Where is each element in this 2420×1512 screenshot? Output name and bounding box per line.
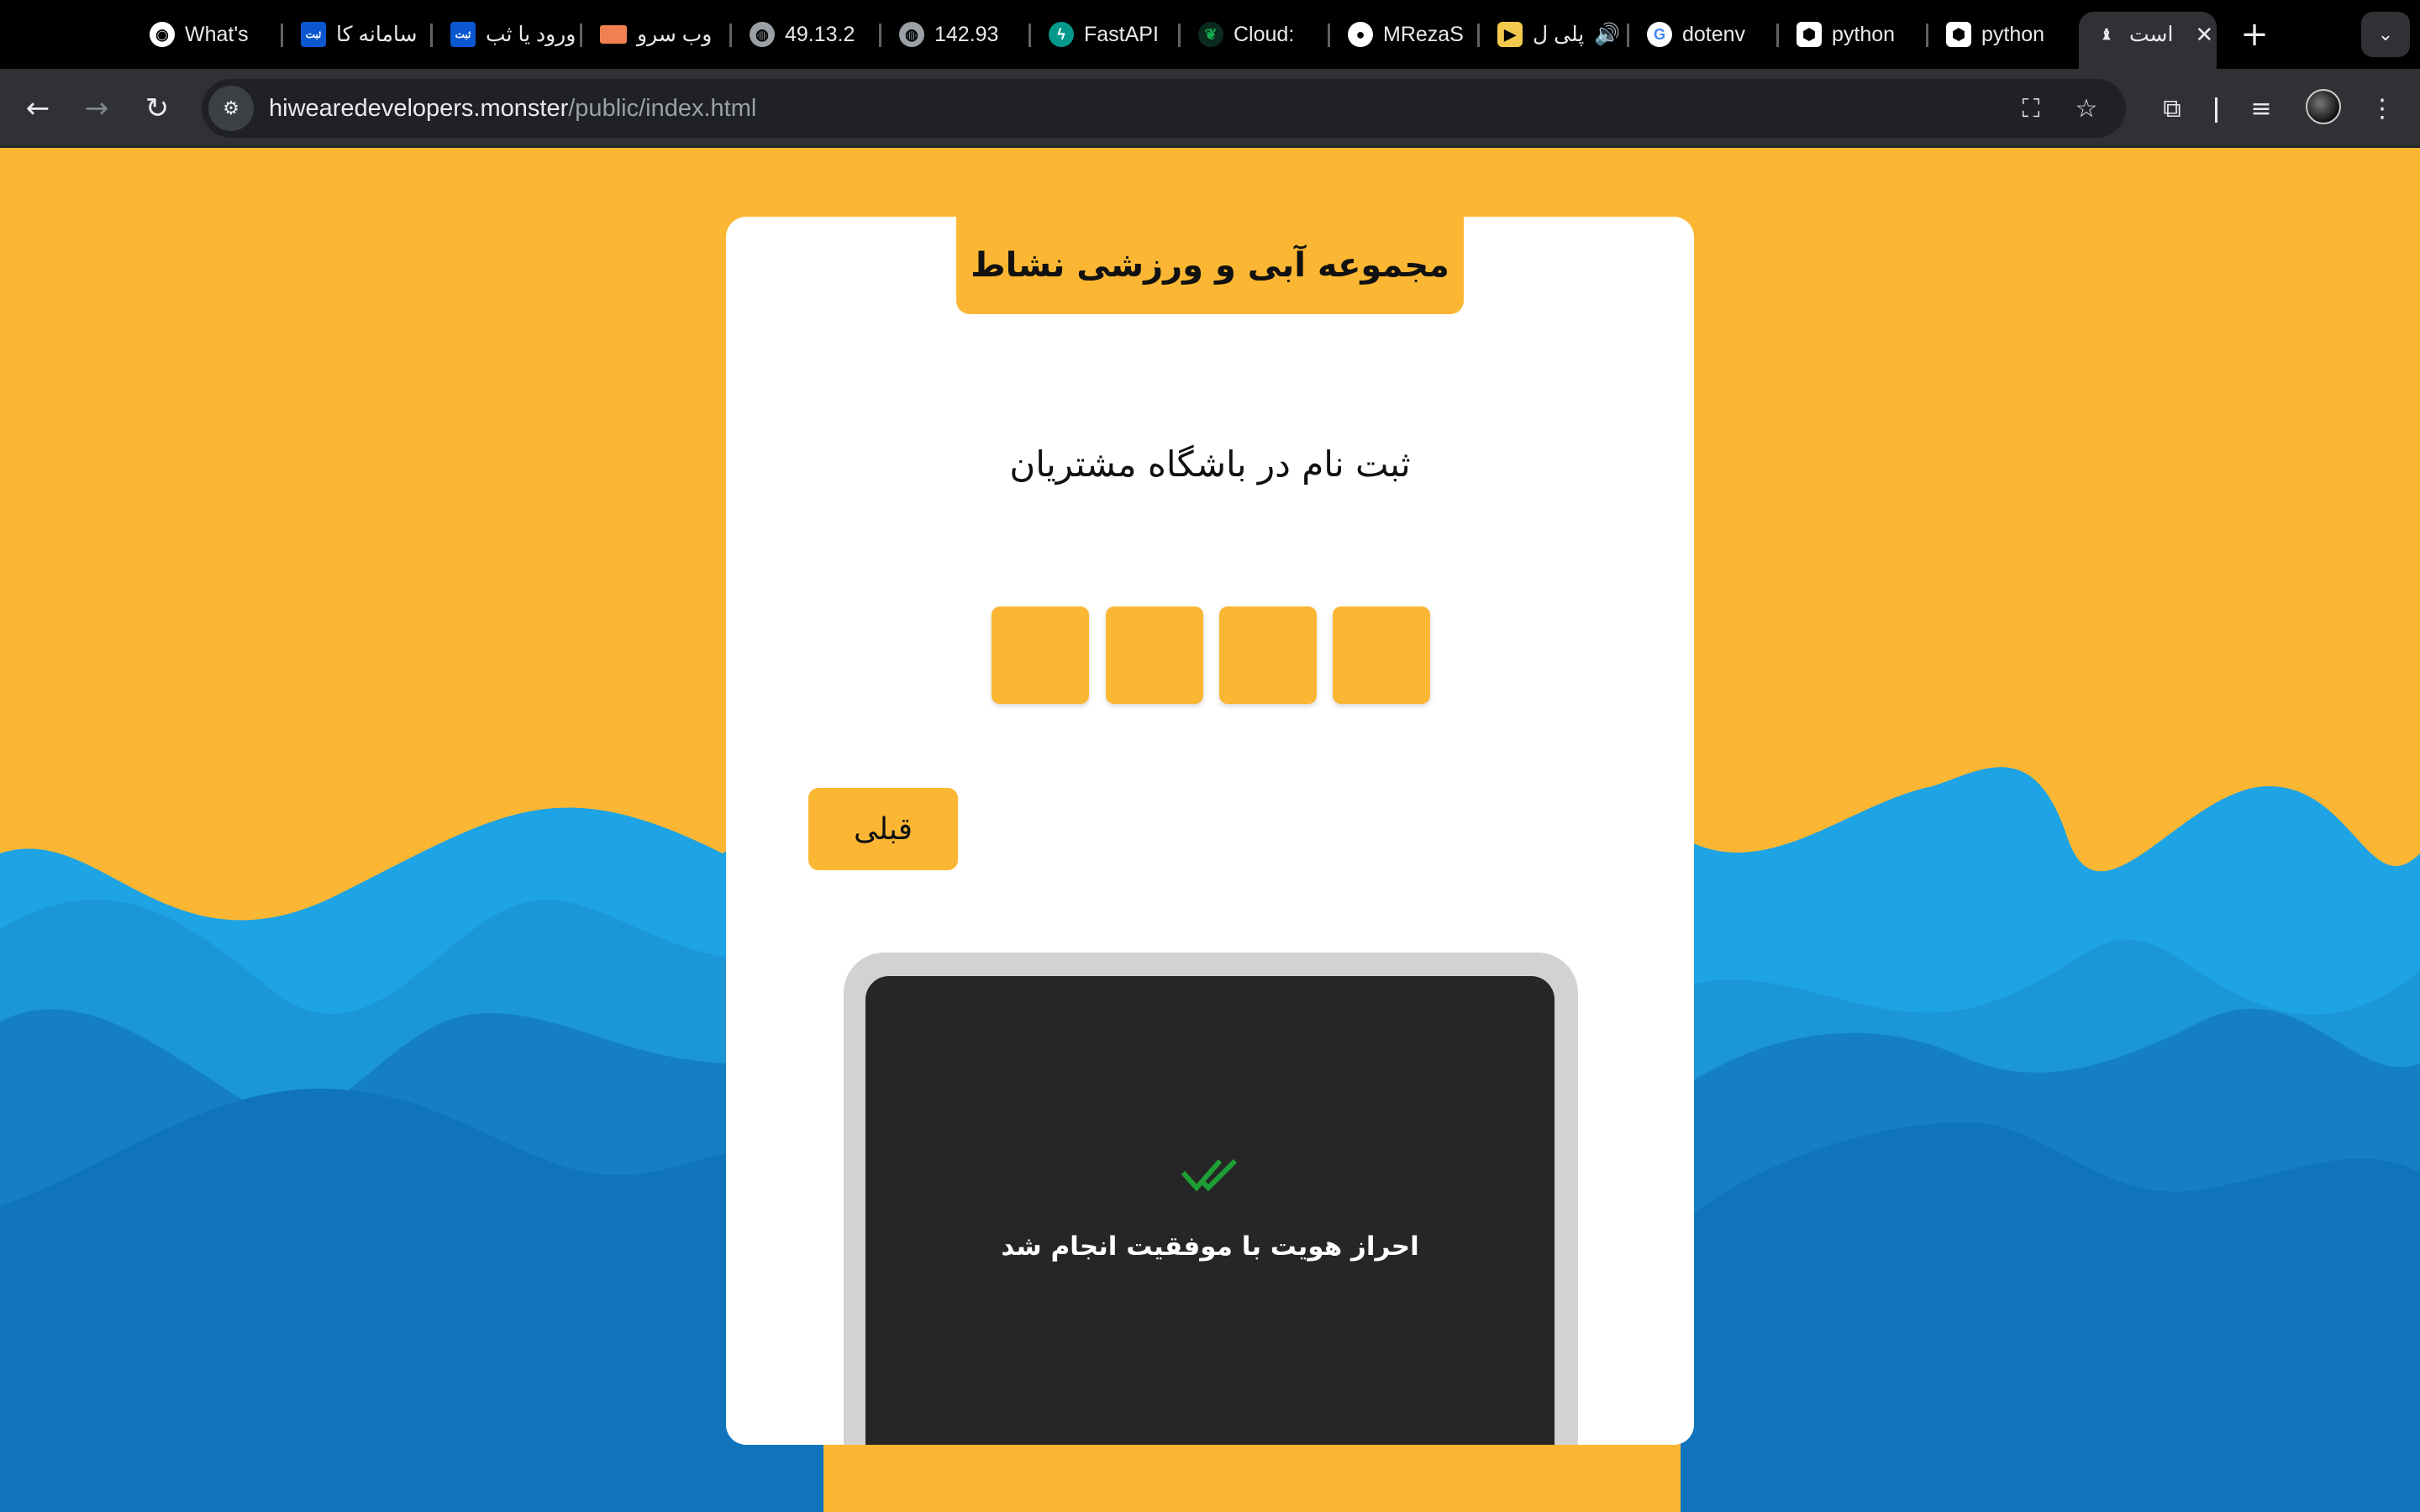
media-control-icon[interactable]: ≡ (2238, 86, 2284, 131)
tab-label: وب سرو (637, 23, 713, 46)
tab-label: 49.13.2 (785, 22, 855, 46)
tab-label: What's (185, 22, 249, 46)
menu-icon[interactable]: ⋮ (2360, 86, 2405, 131)
audio-playing-icon: 🔊 (1594, 22, 1621, 46)
otp-digit-4[interactable] (1333, 606, 1430, 704)
tab-label: است (2129, 23, 2174, 46)
url-host: hiwearedevelopers.monster (269, 94, 569, 122)
form-subtitle: ثبت نام در باشگاه مشتریان (1009, 444, 1411, 485)
close-tab-icon[interactable]: ✕ (2195, 22, 2213, 48)
tab-2[interactable]: ثبت ورود یا ثب (435, 12, 578, 57)
registration-card: مجموعه آبی و ورزشی نشاط ثبت نام در باشگا… (726, 217, 1694, 1445)
browser-toolbar: ← → ↻ ⚙ hiwearedevelopers.monster/public… (0, 69, 2420, 148)
mongodb-icon: ❦ (1198, 22, 1223, 47)
otp-digit-3[interactable] (1219, 606, 1317, 704)
tab-label: dotenv (1682, 22, 1746, 46)
double-check-icon (726, 1156, 1694, 1193)
url-path: /public/index.html (568, 94, 757, 122)
player-icon: ▶ (1497, 22, 1523, 47)
tab-label: python (1832, 22, 1896, 46)
tab-label: سامانه کا (336, 23, 418, 46)
back-button[interactable]: ← (15, 86, 60, 131)
tab-1[interactable]: ثبت سامانه کا (286, 12, 429, 57)
tab-5[interactable]: ◍ 142.93 (884, 12, 1027, 57)
tab-11[interactable]: ⬢ python (1781, 12, 1924, 57)
translate-icon[interactable]: ⛶ (2008, 86, 2054, 131)
globe-icon: ◍ (750, 22, 775, 47)
tab-strip: ◉ What's ثبت سامانه کا ثبت ورود یا ثب وب… (0, 0, 2420, 69)
package-icon: ⬢ (1797, 22, 1822, 47)
chrome-icon: ◉ (150, 22, 175, 47)
tab-0[interactable]: ◉ What's (134, 12, 282, 57)
site-logo-icon: ثبت (450, 22, 476, 47)
previous-button[interactable]: قبلی (808, 788, 958, 870)
fastapi-icon: ϟ (1049, 22, 1074, 47)
site-logo-icon: ثبت (301, 22, 326, 47)
tab-6[interactable]: ϟ FastAPI (1034, 12, 1176, 57)
profile-avatar[interactable] (2306, 89, 2341, 124)
tab-label: FastAPI (1084, 22, 1159, 46)
tab-label: پلی ل (1533, 23, 1585, 46)
tab-label: 142.93 (934, 22, 999, 46)
reload-button[interactable]: ↻ (134, 86, 180, 131)
tab-3[interactable]: وب سرو (585, 12, 728, 57)
tab-search-button[interactable]: ⌄ (2361, 12, 2410, 57)
phone-screen (865, 976, 1555, 1445)
tab-label: python (1981, 22, 2045, 46)
tab-7[interactable]: ❦ Cloud: (1183, 12, 1326, 57)
site-info-icon[interactable]: ⚙ (208, 86, 254, 131)
globe-icon: ◍ (899, 22, 924, 47)
tab-label: MRezaS (1383, 22, 1464, 46)
tab-12[interactable]: ⬢ python (1931, 12, 2074, 57)
forward-button[interactable]: → (74, 86, 119, 131)
address-bar[interactable]: ⚙ hiwearedevelopers.monster/public/index… (202, 79, 2126, 138)
tab-label: Cloud: (1234, 22, 1295, 46)
tab-10[interactable]: G dotenv (1632, 12, 1775, 57)
tab-label: ورود یا ثب (486, 23, 576, 46)
tab-9[interactable]: ▶ پلی ل 🔊 (1482, 12, 1625, 57)
package-icon: ⬢ (1946, 22, 1971, 47)
app-icon: ♝ (2099, 25, 2114, 43)
tab-8[interactable]: ● MRezaS (1333, 12, 1476, 57)
otp-digit-2[interactable] (1106, 606, 1203, 704)
extensions-icon[interactable]: ⧉ (2149, 86, 2195, 131)
url-text: hiwearedevelopers.monster/public/index.h… (269, 95, 756, 123)
success-message: احراز هویت با موفقیت انجام شد (1001, 1231, 1419, 1262)
tab-4[interactable]: ◍ 49.13.2 (734, 12, 877, 57)
tab-active[interactable]: ♝ است ✕ (2079, 12, 2217, 69)
github-icon: ● (1348, 22, 1373, 47)
new-tab-button[interactable]: + (2232, 12, 2277, 57)
otp-digit-1[interactable] (992, 606, 1089, 704)
bookmark-star-icon[interactable]: ☆ (2064, 86, 2109, 131)
server-icon (600, 25, 627, 44)
page-title: مجموعه آبی و ورزشی نشاط (956, 217, 1464, 314)
google-icon: G (1647, 22, 1672, 47)
